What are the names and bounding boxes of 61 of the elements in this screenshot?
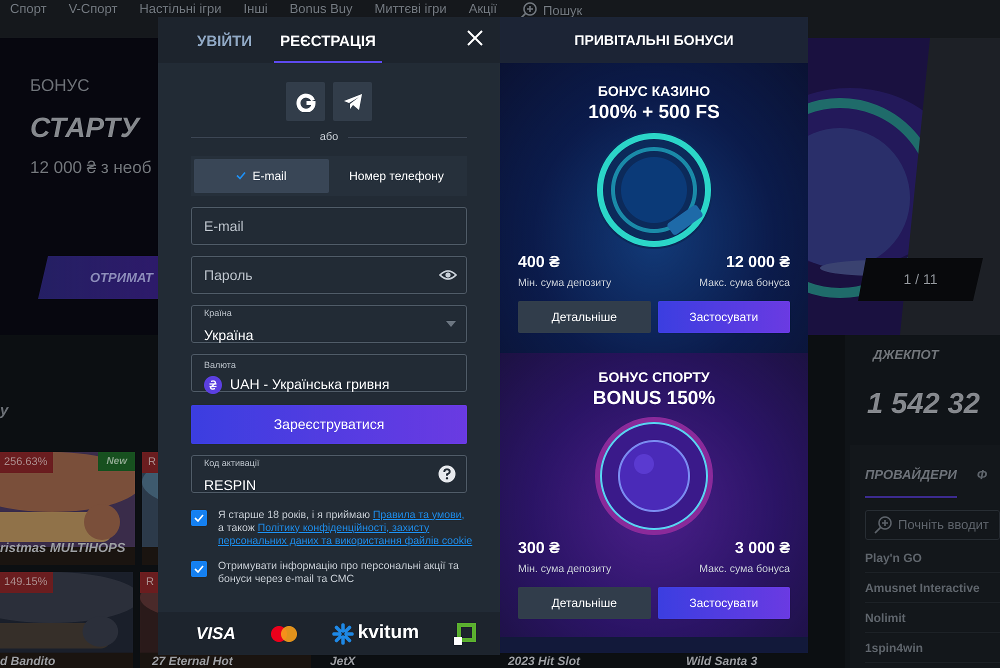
coin-icon	[204, 376, 222, 394]
consent-text: Я старше 18 років, і я приймаю	[218, 508, 371, 520]
game-title: JetX	[330, 655, 356, 668]
game-title: Wild Santa 3	[686, 655, 758, 668]
search-icon	[519, 2, 537, 20]
square-logo-icon	[454, 622, 476, 644]
consent-text: а також	[218, 522, 256, 534]
field-label: Валюта	[204, 360, 236, 370]
nav-link-item[interactable]: Акції	[468, 2, 497, 16]
provider-item[interactable]: 1spin4win	[865, 633, 1000, 663]
rtp-badge: 256.63%	[0, 452, 54, 472]
nav-link-item[interactable]: Настільні ігри	[139, 2, 222, 16]
field-value: RESPIN	[204, 476, 256, 494]
consent-link[interactable]: Правила та умови,	[372, 508, 464, 520]
help-icon[interactable]	[438, 464, 456, 482]
provider-search-field[interactable]: Почніть вводит	[865, 510, 1000, 540]
bonus-offer: BONUS 150%	[592, 388, 716, 411]
provider-item[interactable]: Amusnet Interactive	[865, 573, 1000, 603]
star-logo-icon	[332, 622, 354, 644]
field-label: Код активації	[204, 458, 260, 468]
nav-link-item[interactable]: V-Спорт	[68, 2, 118, 16]
consent-link[interactable]: персональних даних та використання файлів cookie	[218, 534, 472, 547]
provider-tab[interactable]: ПРОВАЙДЕРИ	[865, 464, 957, 498]
nav-link-item[interactable]: Миттєві ігри	[374, 2, 447, 16]
provider-item[interactable]: Nolimit	[865, 603, 1000, 633]
two-circles-logo	[270, 626, 297, 642]
game-title: ristmas MULTIHOPS	[0, 541, 126, 555]
search-link[interactable]: Пошук	[519, 2, 582, 20]
details-button[interactable]: Детальніше	[518, 586, 650, 619]
jackpot-amount: 1 542 32	[867, 387, 980, 422]
checkbox[interactable]	[191, 560, 207, 577]
max-bonus-label: Макс. сума бонуса	[699, 562, 790, 576]
provider-tab[interactable]: Ф	[976, 464, 988, 498]
check-icon	[194, 514, 204, 522]
nav-link-item[interactable]: Bonus Buy	[290, 2, 353, 16]
game-title: d Bandito	[0, 655, 56, 668]
new-badge: New	[98, 452, 135, 471]
search-icon	[874, 516, 892, 534]
nav-link-item[interactable]: Інші	[244, 2, 268, 16]
provider-item[interactable]: Play'n GO	[865, 543, 1000, 573]
payment-logo: kvitum	[358, 621, 419, 646]
nav-link-item[interactable]: Спорт	[10, 2, 47, 16]
consent-text: Отримувати інформацію про персональні акції та бонуси через e-mail та СМС	[218, 560, 459, 585]
min-deposit-label: Мін. сума депозиту	[518, 562, 612, 576]
payment-logo: VISA	[196, 622, 236, 645]
jackpot-label: ДЖЕКПОТ	[873, 346, 939, 364]
register-button[interactable]: Зареєструватися	[191, 404, 467, 444]
rtp-badge: R	[140, 572, 160, 592]
game-title: 27 Eternal Hot	[152, 655, 233, 668]
currency-select[interactable]: Валюта UAH - Українська гривня	[191, 354, 467, 392]
rtp-badge: 149.15%	[0, 572, 54, 592]
bonus-title: БОНУС СПОРТУ	[597, 368, 711, 386]
check-icon	[194, 564, 204, 573]
consent-link[interactable]: Політику конфіденційності, захисту	[258, 522, 430, 534]
field-value: UAH - Українська гривня	[230, 376, 390, 393]
apply-button[interactable]: Застосувати	[658, 586, 790, 619]
checkbox[interactable]	[191, 510, 207, 526]
game-title: 2023 Hit Slot	[508, 655, 580, 668]
promo-code-field[interactable]: Код активації RESPIN	[191, 454, 467, 492]
min-deposit-amount: 300 ₴	[518, 538, 560, 558]
max-bonus-amount: 3 000 ₴	[734, 538, 790, 558]
